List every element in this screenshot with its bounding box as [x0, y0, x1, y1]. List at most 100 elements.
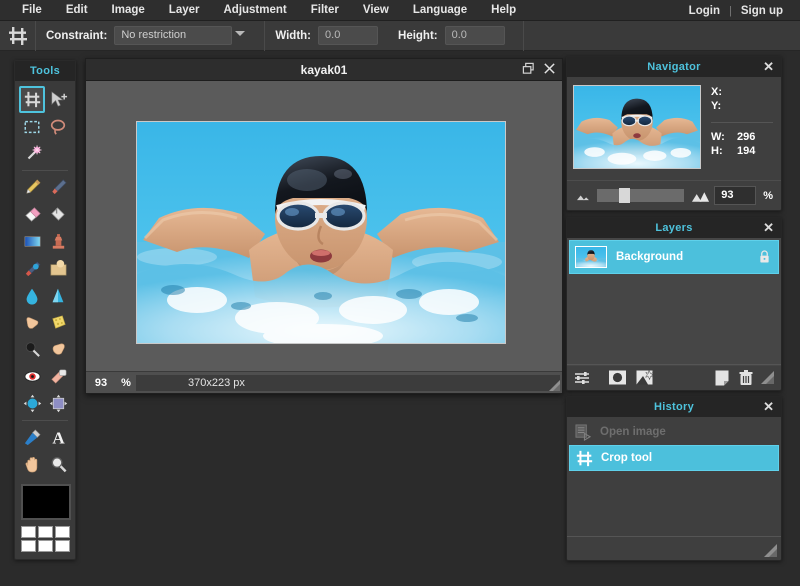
menu-item-filter[interactable]: Filter: [299, 0, 351, 20]
close-icon[interactable]: ✕: [763, 59, 774, 75]
tool-replace-color[interactable]: [45, 255, 71, 282]
palette-swatch[interactable]: [55, 540, 70, 552]
menu-item-edit[interactable]: Edit: [54, 0, 100, 20]
constraint-value: No restriction: [121, 29, 187, 41]
tool-type[interactable]: A: [45, 424, 71, 451]
delete-layer-icon[interactable]: [739, 369, 753, 386]
menu-item-file[interactable]: File: [10, 0, 54, 20]
menu-item-language[interactable]: Language: [401, 0, 479, 20]
navigator-zoom-slider[interactable]: [597, 188, 685, 203]
palette-swatch[interactable]: [38, 540, 53, 552]
tool-magic-wand[interactable]: [19, 140, 46, 167]
duplicate-layer-icon[interactable]: [715, 370, 729, 386]
add-layer-style-icon[interactable]: [636, 370, 653, 385]
tool-lasso[interactable]: [45, 113, 71, 140]
canvas-zoom-value[interactable]: 93: [86, 377, 116, 389]
tool-row: [19, 140, 71, 167]
width-group: Width: 0.0: [265, 21, 388, 51]
menu-item-image[interactable]: Image: [100, 0, 157, 20]
large-mountain-icon[interactable]: [691, 189, 710, 203]
tool-clone-stamp[interactable]: [45, 228, 71, 255]
signup-link[interactable]: Sign up: [732, 1, 792, 21]
navigator-panel-title: Navigator: [647, 61, 701, 73]
layer-thumbnail: [575, 246, 607, 268]
tool-dodge[interactable]: [19, 309, 45, 336]
tool-move[interactable]: [45, 86, 71, 113]
constraint-label: Constraint:: [46, 29, 108, 42]
resize-grip-icon[interactable]: [761, 371, 774, 384]
history-item-label: Open image: [600, 426, 666, 438]
tool-gradient[interactable]: [19, 228, 45, 255]
close-icon[interactable]: ✕: [763, 399, 774, 415]
close-icon[interactable]: [543, 62, 556, 75]
menu-item-layer[interactable]: Layer: [157, 0, 212, 20]
tool-row: [19, 363, 71, 390]
color-swatches: [15, 478, 75, 556]
menu-item-view[interactable]: View: [351, 0, 401, 20]
layers-panel-title: Layers: [655, 222, 693, 234]
document-titlebar[interactable]: kayak01: [86, 59, 562, 81]
layer-settings-icon[interactable]: [574, 371, 590, 385]
tool-pinch[interactable]: [45, 336, 71, 363]
tools-panel: Tools A: [14, 60, 76, 560]
palette-swatch[interactable]: [21, 526, 36, 538]
tool-marquee-select[interactable]: [19, 113, 45, 140]
layer-mask-icon[interactable]: [609, 370, 627, 385]
tool-blur[interactable]: [19, 282, 45, 309]
navigator-zoom-slider-handle[interactable]: [619, 188, 630, 203]
chevron-down-icon: [235, 31, 246, 36]
open-image-icon: [575, 423, 592, 441]
palette-swatch[interactable]: [55, 526, 70, 538]
history-panel-header: History ✕: [567, 397, 781, 417]
layer-item-background[interactable]: Background: [569, 240, 779, 274]
navigator-w-value: 296: [737, 131, 756, 143]
tools-divider-2: [22, 420, 68, 421]
palette-swatch[interactable]: [38, 526, 53, 538]
small-mountain-icon[interactable]: [575, 190, 590, 201]
foreground-color-swatch[interactable]: [21, 484, 71, 520]
tool-warp[interactable]: [45, 390, 71, 417]
tool-smudge[interactable]: [19, 255, 45, 282]
tool-brush[interactable]: [45, 174, 71, 201]
tool-red-eye[interactable]: [19, 363, 45, 390]
palette-swatch[interactable]: [21, 540, 36, 552]
tool-sharpen[interactable]: [45, 282, 71, 309]
menu-items-group: File Edit Image Layer Adjustment Filter …: [0, 0, 528, 20]
height-input[interactable]: 0.0: [444, 26, 505, 45]
tool-hand[interactable]: [19, 451, 45, 478]
navigator-y-row: Y:: [711, 99, 775, 113]
navigator-zoom-input[interactable]: 93: [714, 186, 757, 205]
tool-zoom[interactable]: [45, 451, 71, 478]
navigator-divider: [711, 122, 773, 123]
restore-window-icon[interactable]: [522, 62, 535, 75]
navigator-w-label: W:: [711, 131, 725, 143]
tool-pencil[interactable]: [19, 174, 45, 201]
tool-row: [19, 255, 71, 282]
tool-paint-bucket[interactable]: [45, 201, 71, 228]
close-icon[interactable]: ✕: [763, 220, 774, 236]
menu-item-adjustment[interactable]: Adjustment: [211, 0, 298, 20]
history-item-crop-tool[interactable]: Crop tool: [569, 445, 779, 471]
tool-burn[interactable]: [19, 336, 45, 363]
tool-sponge[interactable]: [45, 309, 71, 336]
tool-bloat[interactable]: [19, 390, 45, 417]
tool-crop[interactable]: [19, 86, 46, 113]
document-canvas[interactable]: [86, 81, 562, 371]
resize-grip-icon[interactable]: [549, 380, 560, 391]
tool-heal[interactable]: [45, 363, 71, 390]
history-item-open-image[interactable]: Open image: [569, 419, 779, 445]
tools-divider-1: [22, 170, 68, 171]
tool-eyedropper[interactable]: [19, 424, 45, 451]
lock-icon[interactable]: [759, 250, 770, 264]
constraint-select[interactable]: No restriction: [114, 26, 246, 45]
width-input[interactable]: 0.0: [318, 26, 379, 45]
resize-grip-icon[interactable]: [764, 544, 777, 557]
navigator-zoom-controls: 93 %: [567, 180, 781, 210]
menu-item-help[interactable]: Help: [479, 0, 528, 20]
canvas-image[interactable]: [136, 121, 506, 344]
login-link[interactable]: Login: [680, 1, 729, 21]
tool-row: [19, 309, 71, 336]
navigator-thumbnail[interactable]: [573, 85, 701, 169]
tool-eraser[interactable]: [19, 201, 45, 228]
width-label: Width:: [275, 29, 312, 42]
